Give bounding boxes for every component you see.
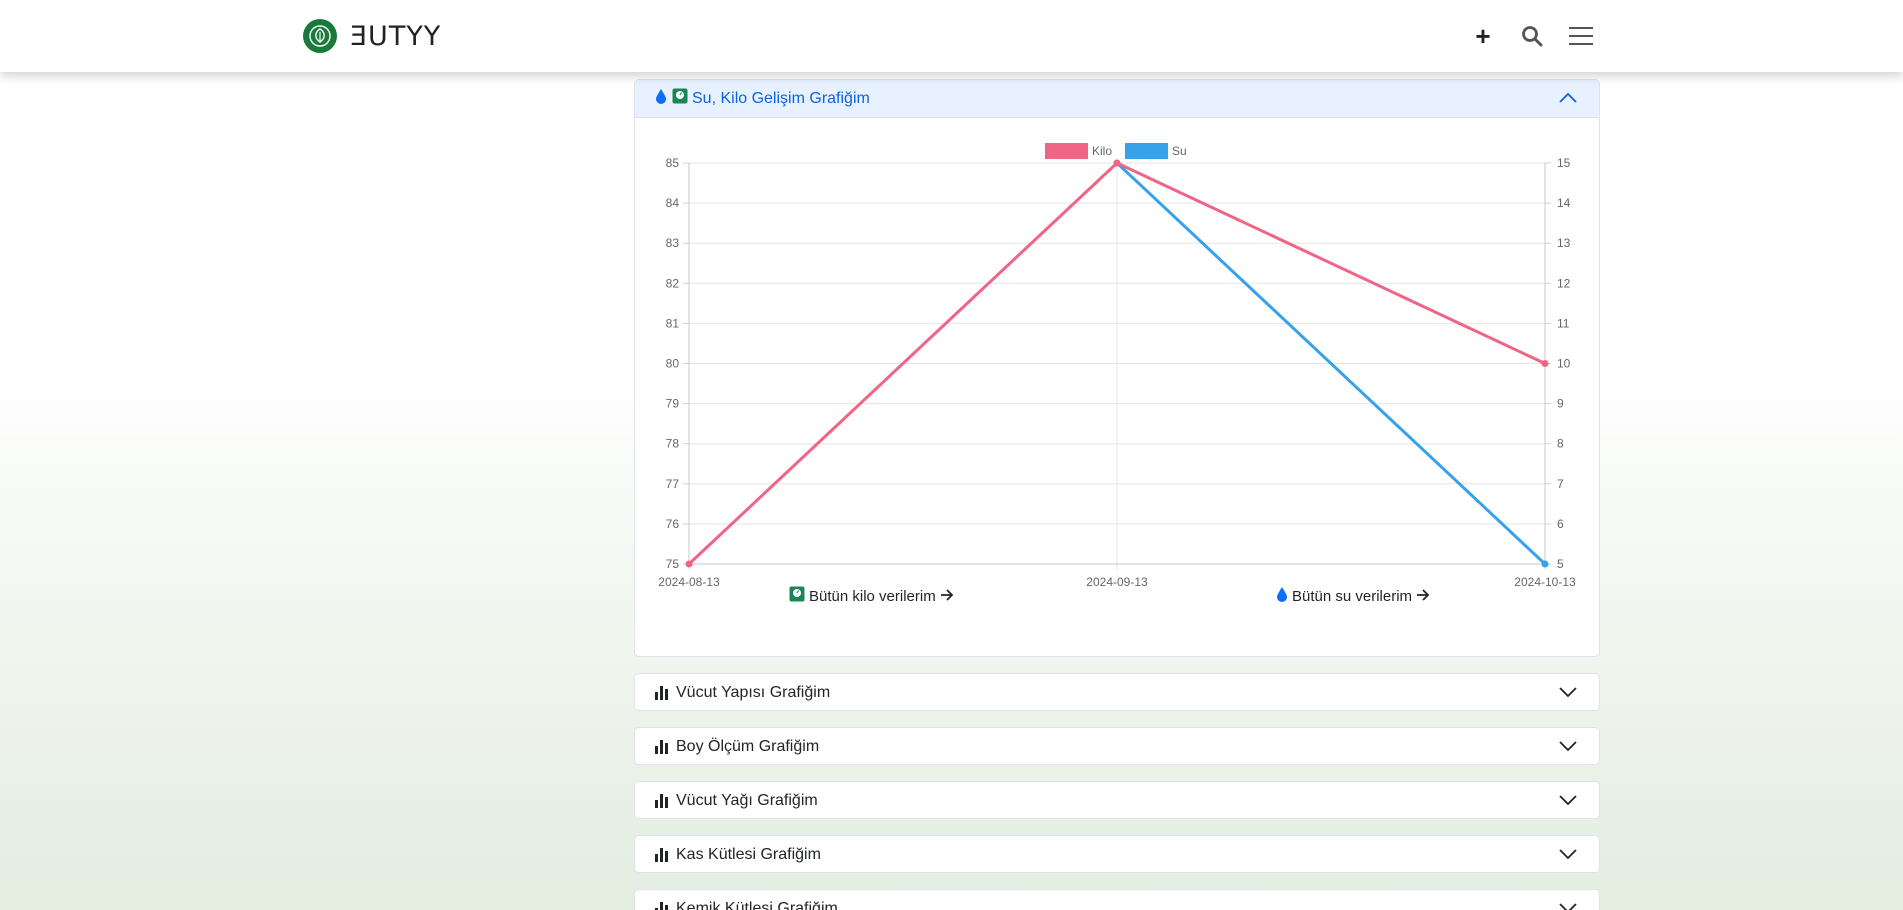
y-right-tick-label: 8 xyxy=(1557,437,1564,451)
muscle-mass-card: Kas Kütlesi Grafiğim xyxy=(634,835,1600,873)
body-fat-title: Vücut Yağı Grafiğim xyxy=(676,792,818,809)
arrow-right-icon xyxy=(940,588,954,605)
all-weight-data-link[interactable]: Bütün kilo verilerim xyxy=(789,586,954,606)
arrow-right-icon xyxy=(1416,588,1430,605)
weight-scale-icon xyxy=(672,88,688,109)
y-left-tick-label: 79 xyxy=(666,397,680,411)
y-left-tick-label: 77 xyxy=(666,477,680,491)
chevron-down-icon xyxy=(1559,739,1577,758)
chevron-down-icon xyxy=(1559,847,1577,866)
legend-swatch xyxy=(1125,143,1168,159)
add-button[interactable]: + xyxy=(1470,22,1496,50)
y-left-tick-label: 78 xyxy=(666,437,680,451)
body-structure-title: Vücut Yapısı Grafiğim xyxy=(676,684,831,701)
top-navbar: ƎUTYY + xyxy=(0,0,1903,72)
body-fat-card: Vücut Yağı Grafiğim xyxy=(634,781,1600,819)
y-left-tick-label: 80 xyxy=(666,357,680,371)
body-fat-header[interactable]: Vücut Yağı Grafiğim xyxy=(635,782,1599,820)
y-right-tick-label: 5 xyxy=(1557,557,1564,571)
bar-chart-icon xyxy=(655,848,668,862)
chevron-down-icon xyxy=(1559,793,1577,812)
water-drop-icon xyxy=(655,88,667,109)
water-weight-card: Su, Kilo Gelişim Grafiğim 75 76 77 78 79 80 81… xyxy=(634,79,1600,657)
y-right-tick-label: 11 xyxy=(1557,316,1570,330)
brand[interactable]: ƎUTYY xyxy=(303,19,441,53)
y-right-tick-label: 12 xyxy=(1557,276,1571,290)
chevron-down-icon xyxy=(1559,901,1577,910)
y-left-tick-label: 82 xyxy=(666,276,680,290)
y-left-tick-label: 76 xyxy=(666,517,680,531)
all-water-data-link[interactable]: Bütün su verilerim xyxy=(1276,586,1430,606)
y-left-tick-label: 75 xyxy=(666,557,680,571)
bar-chart-icon xyxy=(655,686,668,700)
height-measure-header[interactable]: Boy Ölçüm Grafiğim xyxy=(635,728,1599,766)
all-water-data-label: Bütün su verilerim xyxy=(1292,587,1413,605)
weight-scale-icon xyxy=(789,586,805,606)
height-measure-card: Boy Ölçüm Grafiğim xyxy=(634,727,1600,765)
y-right-tick-label: 6 xyxy=(1557,517,1564,531)
kilo-series-point xyxy=(685,560,693,568)
height-measure-title: Boy Ölçüm Grafiğim xyxy=(676,738,820,755)
su-series-point xyxy=(1541,560,1549,568)
y-right-tick-label: 7 xyxy=(1557,477,1564,491)
y-right-tick-label: 10 xyxy=(1557,357,1571,371)
muscle-mass-title: Kas Kütlesi Grafiğim xyxy=(676,846,821,863)
water-weight-title: Su, Kilo Gelişim Grafiğim xyxy=(692,89,870,107)
water-weight-header[interactable]: Su, Kilo Gelişim Grafiğim xyxy=(635,80,1599,118)
y-left-tick-label: 83 xyxy=(666,236,680,250)
legend-label: Kilo xyxy=(1092,144,1112,158)
y-right-tick-label: 15 xyxy=(1557,156,1571,170)
hamburger-menu-icon[interactable] xyxy=(1568,24,1594,48)
y-left-tick-label: 84 xyxy=(666,196,680,210)
y-right-tick-label: 13 xyxy=(1557,236,1571,250)
bar-chart-icon xyxy=(655,740,668,754)
legend-swatch xyxy=(1045,143,1088,159)
bone-mass-title: Kemik Kütlesi Grafiğim xyxy=(676,900,838,910)
search-icon[interactable] xyxy=(1520,24,1544,48)
y-right-tick-label: 9 xyxy=(1557,397,1564,411)
leaf-logo-icon xyxy=(303,19,337,53)
bar-chart-icon xyxy=(655,794,668,808)
bar-chart-icon xyxy=(655,902,668,910)
y-right-tick-label: 14 xyxy=(1557,196,1571,210)
all-weight-data-label: Bütün kilo verilerim xyxy=(809,587,936,605)
water-drop-icon xyxy=(1276,586,1288,606)
body-structure-card: Vücut Yapısı Grafiğim xyxy=(634,673,1600,711)
chevron-down-icon xyxy=(1559,685,1577,704)
kilo-series-point xyxy=(1113,159,1121,167)
bone-mass-card: Kemik Kütlesi Grafiğim xyxy=(634,889,1600,910)
y-left-tick-label: 81 xyxy=(666,316,680,330)
bone-mass-header[interactable]: Kemik Kütlesi Grafiğim xyxy=(635,890,1599,910)
y-left-tick-label: 85 xyxy=(666,156,680,170)
kilo-series-point xyxy=(1541,360,1549,367)
brand-name: ƎUTYY xyxy=(350,20,442,52)
chevron-up-icon xyxy=(1559,91,1577,110)
line-chart-svg: 7576777879808182838485567891011121314152… xyxy=(658,143,1576,589)
water-weight-chart: 75 76 77 78 79 80 81 82 83 84 85 5 6 7 8 9 10 11 12 13 14 15 2… xyxy=(635,118,1599,601)
body-structure-header[interactable]: Vücut Yapısı Grafiğim xyxy=(635,674,1599,712)
legend-label: Su xyxy=(1172,144,1187,158)
muscle-mass-header[interactable]: Kas Kütlesi Grafiğim xyxy=(635,836,1599,874)
